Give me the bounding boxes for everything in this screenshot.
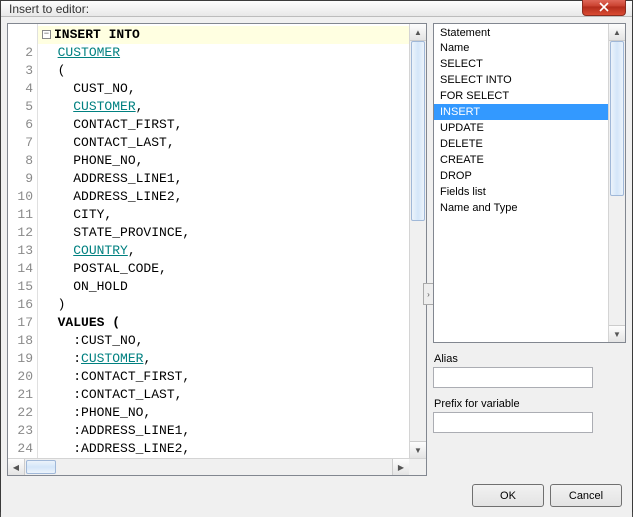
window-title: Insert to editor: (9, 2, 582, 16)
line-gutter: 2 3 4 5 6 7 8 9 10 11 12 13 14 15 16 17 … (8, 24, 38, 458)
alias-input[interactable] (433, 367, 593, 388)
prefix-input[interactable] (433, 412, 593, 433)
statement-item[interactable]: INSERT (434, 104, 608, 120)
keyword: ( (112, 315, 120, 330)
editor-vertical-scrollbar[interactable]: ▲ ▼ (409, 24, 426, 458)
statement-items: StatementNameSELECTSELECT INTOFOR SELECT… (434, 24, 608, 342)
keyword: INSERT INTO (54, 27, 140, 42)
scroll-up-icon[interactable]: ▲ (410, 24, 426, 41)
table-link[interactable]: CUSTOMER (58, 45, 120, 60)
code-text: CONTACT_FIRST, (73, 117, 182, 132)
statement-item[interactable]: Name (434, 40, 608, 56)
editor-horizontal-scrollbar[interactable]: ◀ ▶ (8, 458, 426, 475)
code-text: POSTAL_CODE, (73, 261, 167, 276)
fold-toggle-icon[interactable]: − (42, 30, 51, 39)
statement-item[interactable]: Name and Type (434, 200, 608, 216)
prefix-label: Prefix for variable (433, 398, 626, 410)
code-text: ADDRESS_LINE2, (73, 189, 182, 204)
scroll-down-icon[interactable]: ▼ (609, 325, 625, 342)
scroll-down-icon[interactable]: ▼ (410, 441, 426, 458)
code-text: :CONTACT_LAST, (73, 387, 182, 402)
table-link[interactable]: CUSTOMER (73, 99, 135, 114)
code-text: STATE_PROVINCE, (73, 225, 190, 240)
code-text: CONTACT_LAST, (73, 135, 174, 150)
statement-item[interactable]: SELECT INTO (434, 72, 608, 88)
code-text: :ADDRESS_LINE1, (73, 423, 190, 438)
statement-header: Statement (434, 26, 608, 40)
code-text: :ADDRESS_LINE2, (73, 441, 190, 456)
code-text: ADDRESS_LINE1, (73, 171, 182, 186)
sql-editor[interactable]: 2 3 4 5 6 7 8 9 10 11 12 13 14 15 16 17 … (7, 23, 427, 476)
table-link[interactable]: COUNTRY (73, 243, 128, 258)
scroll-corner (409, 459, 426, 475)
statement-item[interactable]: DELETE (434, 136, 608, 152)
side-panel: › StatementNameSELECTSELECT INTOFOR SELE… (433, 23, 626, 476)
statement-item[interactable]: DROP (434, 168, 608, 184)
code-text: :CONTACT_FIRST, (73, 369, 190, 384)
keyword: VALUES (58, 315, 105, 330)
close-icon (599, 2, 609, 12)
scroll-thumb[interactable] (411, 41, 425, 221)
button-row: OK Cancel (7, 476, 626, 511)
alias-label: Alias (433, 353, 626, 365)
hscroll-thumb[interactable] (26, 460, 56, 474)
prefix-group: Prefix for variable (433, 398, 626, 433)
list-vertical-scrollbar[interactable]: ▲ ▼ (608, 24, 625, 342)
statement-item[interactable]: Fields list (434, 184, 608, 200)
cancel-button[interactable]: Cancel (550, 484, 622, 507)
code-text: ) (58, 297, 66, 312)
code-text: CITY, (73, 207, 112, 222)
ok-button[interactable]: OK (472, 484, 544, 507)
alias-group: Alias (433, 353, 626, 388)
code-text: :CUST_NO, (73, 333, 143, 348)
dialog-window: Insert to editor: 2 3 4 5 6 7 8 9 10 11 … (0, 0, 633, 512)
statement-item[interactable]: FOR SELECT (434, 88, 608, 104)
code-text: ( (58, 63, 66, 78)
content-row: 2 3 4 5 6 7 8 9 10 11 12 13 14 15 16 17 … (7, 23, 626, 476)
code-text: :PHONE_NO, (73, 405, 151, 420)
hscroll-track[interactable] (25, 459, 392, 475)
chevron-right-icon: › (427, 290, 430, 299)
scroll-up-icon[interactable]: ▲ (609, 24, 625, 41)
statement-item[interactable]: UPDATE (434, 120, 608, 136)
statement-item[interactable]: SELECT (434, 56, 608, 72)
statement-listbox[interactable]: StatementNameSELECTSELECT INTOFOR SELECT… (433, 23, 626, 343)
titlebar[interactable]: Insert to editor: (1, 1, 632, 17)
code-area[interactable]: −INSERT INTO CUSTOMER ( CUST_NO, CUSTOME… (38, 24, 409, 458)
scroll-left-icon[interactable]: ◀ (8, 459, 25, 475)
code-text: PHONE_NO, (73, 153, 143, 168)
close-button[interactable] (582, 0, 626, 16)
scroll-thumb[interactable] (610, 41, 624, 196)
code-text: ON_HOLD (73, 279, 128, 294)
statement-item[interactable]: CREATE (434, 152, 608, 168)
scroll-right-icon[interactable]: ▶ (392, 459, 409, 475)
code-text: CUST_NO, (73, 81, 135, 96)
dialog-body: 2 3 4 5 6 7 8 9 10 11 12 13 14 15 16 17 … (1, 17, 632, 517)
expander-handle[interactable]: › (423, 283, 433, 305)
editor-scroll-area: 2 3 4 5 6 7 8 9 10 11 12 13 14 15 16 17 … (8, 24, 426, 458)
table-link[interactable]: CUSTOMER (81, 351, 143, 366)
